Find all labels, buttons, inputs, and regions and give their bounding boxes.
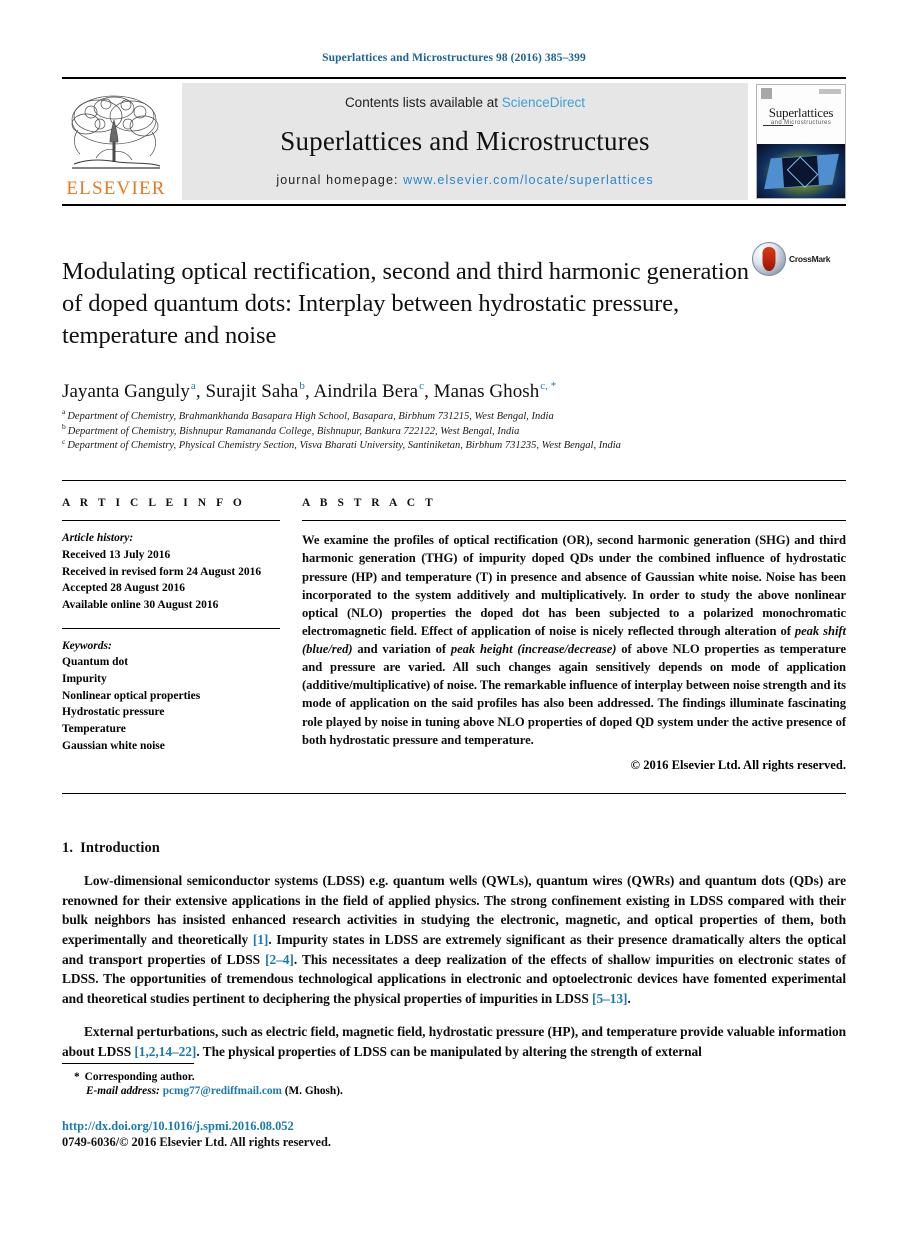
introduction-paragraph: Low-dimensional semiconductor systems (L… [62, 871, 846, 1009]
introduction-number: 1. [62, 839, 74, 856]
journal-homepage-line: journal homepage: www.elsevier.com/locat… [276, 173, 653, 187]
email-label: E-mail address: [86, 1085, 160, 1097]
doi-link[interactable]: http://dx.doi.org/10.1016/j.spmi.2016.08… [62, 1119, 846, 1134]
keyword-item: Gaussian white noise [62, 739, 165, 752]
abstract-text: We examine the profiles of optical recti… [302, 531, 846, 749]
abstract-part-1: We examine the profiles of optical recti… [302, 533, 846, 638]
author-entry: Surajit Sahab, [205, 381, 313, 402]
issn-copyright-line: 0749-6036/© 2016 Elsevier Ltd. All right… [62, 1135, 331, 1149]
page-title: Modulating optical rectification, second… [62, 258, 749, 349]
author-name: Jayanta Ganguly [62, 380, 190, 402]
affiliation-item: a Department of Chemistry, Brahmankhanda … [62, 408, 846, 425]
crossmark-icon [752, 242, 786, 276]
cover-artwork [757, 143, 845, 198]
cover-barcode-mark-icon [819, 89, 841, 94]
affiliation-text: Department of Chemistry, Brahmankhanda B… [67, 410, 554, 422]
author-name: Aindrila Bera [313, 380, 419, 402]
author-separator: , [195, 380, 206, 402]
author-entry: Manas Ghoshc, * [434, 381, 557, 402]
elsevier-logo: ELSEVIER [62, 83, 170, 200]
crossmark-badge-group[interactable]: CrossMark [752, 242, 832, 276]
crossmark-label: CrossMark [789, 254, 831, 264]
intro-text-4: . [627, 991, 631, 1007]
keyword-item: Temperature [62, 723, 126, 736]
affiliation-list: a Department of Chemistry, Brahmankhanda … [62, 408, 846, 455]
corresponding-author-note: * Corresponding author. [62, 1071, 846, 1083]
article-history-item: Available online 30 August 2016 [62, 599, 219, 611]
email-link[interactable]: pcmg77@rediffmail.com [160, 1085, 282, 1097]
keyword-item: Nonlinear optical properties [62, 689, 201, 702]
abstract-copyright: © 2016 Elsevier Ltd. All rights reserved… [630, 757, 846, 772]
author-entry: Aindrila Berac, [314, 381, 434, 402]
affiliation-text: Department of Chemistry, Physical Chemis… [67, 440, 621, 452]
author-name: Manas Ghosh [433, 380, 540, 402]
title-row: Modulating optical rectification, second… [62, 240, 846, 368]
abstract-bottom-divider [62, 792, 846, 794]
keywords-block: Keywords: Quantum dot Impurity Nonlinear… [62, 638, 280, 755]
abstract-heading: A B S T R A C T [302, 497, 437, 510]
article-history-item: Received 13 July 2016 [62, 548, 171, 561]
corresponding-star: * [74, 1071, 80, 1083]
affiliation-item: b Department of Chemistry, Bishnupur Rama… [62, 423, 846, 440]
journal-homepage-link[interactable]: www.elsevier.com/locate/superlattices [403, 173, 654, 187]
corresponding-text: Corresponding author. [84, 1071, 195, 1083]
keywords-label: Keywords: [62, 639, 112, 652]
author-name: Surajit Saha [205, 380, 299, 402]
contents-available-line: Contents lists available at ScienceDirec… [345, 95, 585, 110]
footnote-divider [62, 1063, 194, 1064]
article-history-item: Accepted 28 August 2016 [62, 582, 185, 595]
abstract-part-3: of above NLO properties as temperature a… [302, 642, 846, 747]
running-head: Superlattices and Microstructures 98 (20… [322, 52, 586, 64]
intro-text-6: . The physical properties of LDSS can be… [196, 1043, 702, 1059]
journal-cover-thumbnail: Superlattices and Microstructures [756, 84, 846, 199]
article-info-divider [62, 520, 280, 522]
affiliation-item: c Department of Chemistry, Physical Chemi… [62, 438, 846, 454]
keyword-item: Quantum dot [62, 656, 129, 669]
journal-title: Superlattices and Microstructures [280, 126, 650, 156]
article-info-heading: A R T I C L E I N F O [62, 497, 246, 510]
article-first-page: Superlattices and Microstructures 98 (20… [0, 0, 907, 1238]
journal-masthead: ELSEVIER Contents lists available at Sci… [62, 77, 846, 206]
author-affiliation-mark: c, * [540, 380, 557, 393]
introduction-section: 1. Introduction Low-dimensional semicondu… [62, 840, 846, 1062]
abstract-divider [302, 520, 846, 522]
elsevier-tree-icon [71, 95, 161, 169]
contents-prefix: Contents lists available at [344, 95, 502, 110]
page-footer: * Corresponding author. E-mail address: pc… [62, 1063, 846, 1150]
abstract-column: A B S T R A C T We examine the profiles … [302, 497, 846, 773]
abstract-part-2: and variation of [352, 642, 451, 657]
sciencedirect-link[interactable]: ScienceDirect [502, 95, 585, 110]
email-suffix: (M. Ghosh). [281, 1085, 343, 1097]
keyword-item: Hydrostatic pressure [62, 706, 165, 719]
author-separator: , [304, 380, 314, 402]
article-history-item: Received in revised form 24 August 2016 [62, 565, 262, 578]
crossmark-icon-inner [762, 247, 776, 272]
page-content: Superlattices and Microstructures 98 (20… [62, 0, 846, 1075]
citation-ref[interactable]: [1] [253, 932, 269, 947]
article-history-label: Article history: [62, 532, 134, 545]
introduction-title: Introduction [80, 839, 160, 856]
journal-band: Contents lists available at ScienceDirec… [182, 83, 748, 200]
cover-elsevier-mark-icon [761, 88, 772, 99]
cover-top-area: Superlattices and Microstructures [757, 85, 845, 144]
keywords-divider [62, 627, 280, 629]
abstract-italic-2: peak height (increase/decrease) [450, 642, 617, 657]
citation-ref[interactable]: [2–4] [265, 952, 294, 967]
affiliation-text: Department of Chemistry, Bishnupur Raman… [67, 425, 520, 437]
author-entry: Jayanta Gangulya, [62, 381, 205, 402]
email-note: E-mail address: pcmg77@rediffmail.com (M.… [62, 1085, 846, 1097]
info-abstract-section: A R T I C L E I N F O Article history: R… [62, 480, 846, 773]
elsevier-wordmark: ELSEVIER [66, 178, 166, 199]
homepage-prefix: journal homepage: [276, 173, 404, 187]
citation-ref[interactable]: [1,2,14–22] [134, 1044, 196, 1059]
introduction-heading: 1. Introduction [62, 840, 846, 857]
citation-ref[interactable]: [5–13] [592, 991, 627, 1006]
author-separator: , [424, 380, 434, 402]
article-info-column: A R T I C L E I N F O Article history: R… [62, 497, 280, 773]
author-list: Jayanta Gangulya, Surajit Sahab, Aindril… [62, 381, 846, 403]
cover-journal-name: Superlattices [768, 105, 834, 120]
keyword-item: Impurity [62, 673, 107, 686]
cover-journal-subtitle: and Microstructures [770, 120, 832, 126]
introduction-paragraph: External perturbations, such as electric… [62, 1022, 846, 1061]
